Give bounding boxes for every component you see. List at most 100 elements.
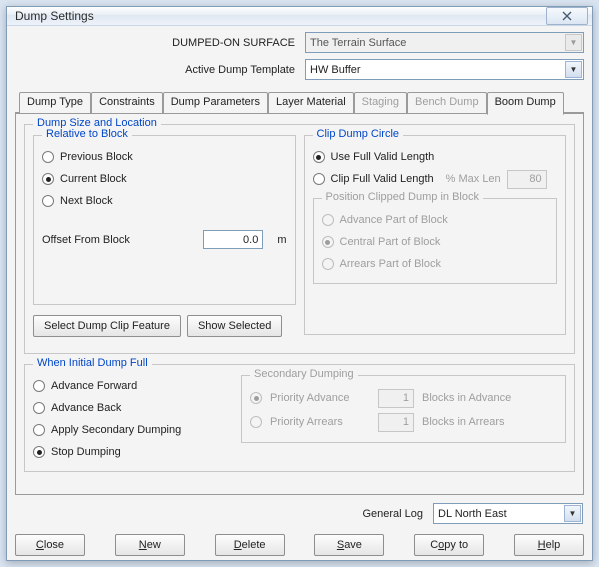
radio-label: Advance Forward <box>51 380 137 392</box>
close-button[interactable]: Close <box>15 534 85 556</box>
template-value: HW Buffer <box>310 64 361 76</box>
radio-icon <box>322 258 334 270</box>
maxlen-label: % Max Len <box>446 173 501 185</box>
tab-spacer <box>564 92 584 113</box>
radio-label: Priority Arrears <box>270 416 370 428</box>
relative-to-block-group: Relative to Block Previous Block Current… <box>33 135 296 305</box>
general-log-label: General Log <box>15 508 433 520</box>
position-clipped-group: Position Clipped Dump in Block Advance P… <box>313 198 558 284</box>
secondary-advance-row: Priority Advance 1 Blocks in Advance <box>250 386 557 410</box>
dump-settings-window: Dump Settings DUMPED-ON SURFACE The Terr… <box>6 6 593 561</box>
surface-dropdown: The Terrain Surface ▼ <box>305 32 584 53</box>
pos-option-arrears: Arrears Part of Block <box>322 253 549 275</box>
tab-bench-dump: Bench Dump <box>407 92 487 113</box>
initial-option-advance-back[interactable]: Advance Back <box>33 397 233 419</box>
group-legend: Secondary Dumping <box>250 368 358 380</box>
general-log-row: General Log DL North East ▼ <box>15 503 584 524</box>
group-legend: Position Clipped Dump in Block <box>322 191 483 203</box>
close-icon <box>562 11 572 21</box>
chevron-down-icon: ▼ <box>565 34 582 51</box>
tab-label: Dump Type <box>27 96 83 108</box>
maxlen-input: 80 <box>507 170 547 189</box>
titlebar: Dump Settings <box>7 7 592 26</box>
relative-option-previous[interactable]: Previous Block <box>42 146 287 168</box>
radio-label: Priority Advance <box>270 392 370 404</box>
surface-value: The Terrain Surface <box>310 37 406 49</box>
tab-label: Dump Parameters <box>171 96 260 108</box>
chevron-down-icon[interactable]: ▼ <box>564 505 581 522</box>
new-button[interactable]: New <box>115 534 185 556</box>
window-close-button[interactable] <box>546 7 588 25</box>
radio-label: Advance Part of Block <box>340 214 448 226</box>
show-selected-button[interactable]: Show Selected <box>187 315 282 337</box>
relative-option-next[interactable]: Next Block <box>42 190 287 212</box>
help-button[interactable]: Help <box>514 534 584 556</box>
relative-option-current[interactable]: Current Block <box>42 168 287 190</box>
template-dropdown[interactable]: HW Buffer ▼ <box>305 59 584 80</box>
tab-label: Bench Dump <box>415 96 479 108</box>
secondary-advance-after: Blocks in Advance <box>422 392 511 404</box>
radio-label: Central Part of Block <box>340 236 441 248</box>
pos-option-central: Central Part of Block <box>322 231 549 253</box>
radio-label: Current Block <box>60 173 127 185</box>
secondary-arrears-after: Blocks in Arrears <box>422 416 505 428</box>
initial-option-advance-forward[interactable]: Advance Forward <box>33 375 233 397</box>
radio-label: Stop Dumping <box>51 446 121 458</box>
group-legend: When Initial Dump Full <box>33 357 152 369</box>
radio-label: Arrears Part of Block <box>340 258 441 270</box>
offset-label: Offset From Block <box>42 234 195 246</box>
tab-label: Layer Material <box>276 96 346 108</box>
radio-icon <box>33 446 45 458</box>
surface-label: DUMPED-ON SURFACE <box>15 37 305 49</box>
save-button[interactable]: Save <box>314 534 384 556</box>
radio-label: Apply Secondary Dumping <box>51 424 181 436</box>
radio-icon <box>33 402 45 414</box>
window-body: DUMPED-ON SURFACE The Terrain Surface ▼ … <box>7 26 592 564</box>
tab-label: Constraints <box>99 96 155 108</box>
tab-layer-material[interactable]: Layer Material <box>268 92 354 113</box>
chevron-down-icon[interactable]: ▼ <box>565 61 582 78</box>
clip-option-clip[interactable]: Clip Full Valid Length % Max Len 80 <box>313 168 558 190</box>
tab-staging: Staging <box>354 92 407 113</box>
general-log-value: DL North East <box>438 508 507 520</box>
tabstrip: Dump Type Constraints Dump Parameters La… <box>15 92 584 114</box>
tab-dump-type[interactable]: Dump Type <box>19 92 91 113</box>
radio-label: Advance Back <box>51 402 121 414</box>
initial-option-stop[interactable]: Stop Dumping <box>33 441 233 463</box>
radio-icon <box>313 151 325 163</box>
radio-icon <box>250 416 262 428</box>
select-dump-clip-feature-button[interactable]: Select Dump Clip Feature <box>33 315 181 337</box>
radio-icon <box>42 195 54 207</box>
window-title: Dump Settings <box>15 9 546 23</box>
tab-constraints[interactable]: Constraints <box>91 92 163 113</box>
template-row: Active Dump Template HW Buffer ▼ <box>15 59 584 80</box>
radio-icon <box>322 236 334 248</box>
offset-unit: m <box>277 234 286 246</box>
when-initial-dump-full-group: When Initial Dump Full Advance Forward A… <box>24 364 575 472</box>
tab-boom-dump[interactable]: Boom Dump <box>487 92 564 115</box>
general-log-dropdown[interactable]: DL North East ▼ <box>433 503 583 524</box>
tab-label: Boom Dump <box>495 96 556 108</box>
tab-dump-parameters[interactable]: Dump Parameters <box>163 92 268 113</box>
offset-input[interactable]: 0.0 <box>203 230 263 249</box>
copy-to-button[interactable]: Copy to <box>414 534 484 556</box>
radio-label: Clip Full Valid Length <box>331 173 434 185</box>
tab-label: Staging <box>362 96 399 108</box>
clip-dump-circle-group: Clip Dump Circle Use Full Valid Length C… <box>304 135 567 335</box>
surface-row: DUMPED-ON SURFACE The Terrain Surface ▼ <box>15 32 584 53</box>
radio-icon <box>42 151 54 163</box>
footer-buttons: Close New Delete Save Copy to Help <box>15 534 584 556</box>
radio-label: Use Full Valid Length <box>331 151 435 163</box>
radio-icon <box>42 173 54 185</box>
radio-label: Next Block <box>60 195 113 207</box>
secondary-arrears-input: 1 <box>378 413 414 432</box>
radio-icon <box>33 424 45 436</box>
initial-option-secondary[interactable]: Apply Secondary Dumping <box>33 419 233 441</box>
secondary-arrears-row: Priority Arrears 1 Blocks in Arrears <box>250 410 557 434</box>
clip-option-full[interactable]: Use Full Valid Length <box>313 146 558 168</box>
group-legend: Clip Dump Circle <box>313 128 404 140</box>
delete-button[interactable]: Delete <box>215 534 285 556</box>
secondary-dumping-group: Secondary Dumping Priority Advance 1 Blo… <box>241 375 566 443</box>
radio-icon <box>33 380 45 392</box>
radio-icon <box>250 392 262 404</box>
